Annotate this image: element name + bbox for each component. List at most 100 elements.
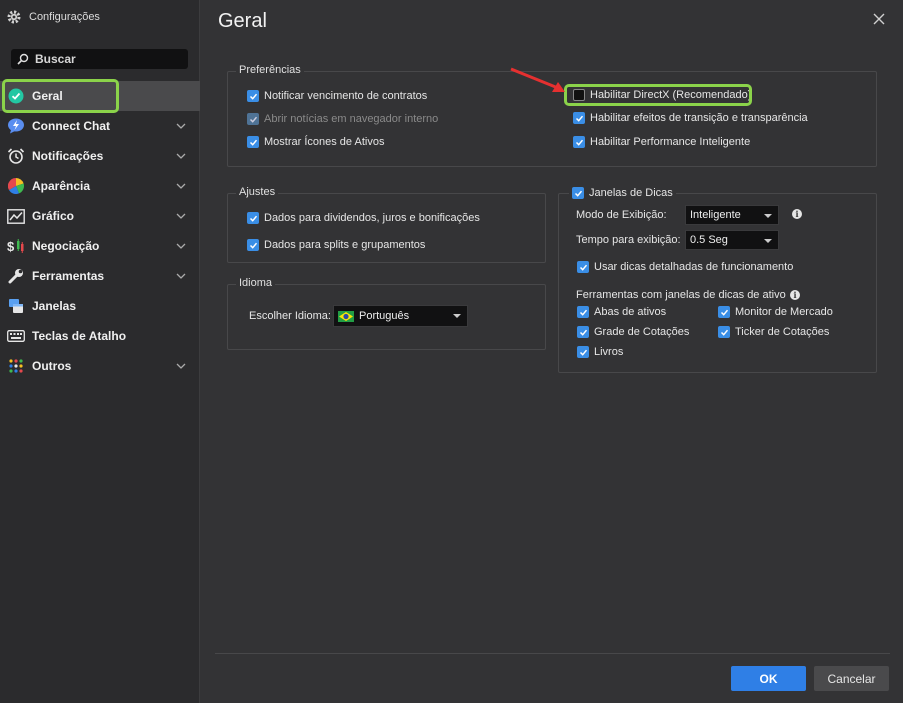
chat-icon	[7, 117, 25, 135]
checkbox-label: Monitor de Mercado	[735, 306, 833, 318]
checkbox-janelas-de-dicas[interactable]: Janelas de Dicas	[569, 187, 676, 199]
search-box[interactable]	[11, 49, 188, 69]
checkbox-dicas-detalhadas[interactable]: Usar dicas detalhadas de funcionamento	[577, 261, 793, 273]
sidebar-item-connect-chat[interactable]: Connect Chat	[0, 111, 200, 141]
sidebar-item-label: Geral	[32, 89, 63, 103]
checkbox-livros[interactable]: Livros	[577, 346, 623, 358]
checkbox-box[interactable]	[577, 326, 589, 338]
language-select[interactable]: Português	[333, 305, 468, 327]
checkbox-abas-de-ativos[interactable]: Abas de ativos	[577, 306, 666, 318]
windows-icon	[7, 297, 25, 315]
sidebar: Configurações Geral Connect Chat Notif	[0, 0, 200, 703]
modo-exibicao-select[interactable]: Inteligente	[685, 205, 779, 225]
annotation-arrow-icon	[510, 67, 565, 92]
sidebar-item-aparencia[interactable]: Aparência	[0, 171, 200, 201]
checkbox-box[interactable]	[577, 261, 589, 273]
checkbox-habilitar-performance[interactable]: Habilitar Performance Inteligente	[573, 136, 750, 148]
checkbox-box[interactable]	[573, 89, 585, 101]
sidebar-item-label: Outros	[32, 359, 72, 373]
brazil-flag-icon	[338, 310, 354, 322]
check-circle-icon	[7, 87, 25, 105]
sidebar-item-outros[interactable]: Outros	[0, 351, 200, 381]
checkbox-label: Habilitar DirectX (Recomendado)	[590, 89, 752, 101]
dropdown-arrow-icon	[453, 314, 461, 318]
group-legend: Preferências	[236, 64, 304, 76]
chevron-down-icon	[176, 363, 186, 369]
checkbox-label: Dados para dividendos, juros e bonificaç…	[264, 212, 480, 224]
checkbox-abrir-noticias: Abrir notícias em navegador interno	[247, 113, 438, 125]
chevron-down-icon	[176, 213, 186, 219]
checkbox-habilitar-efeitos[interactable]: Habilitar efeitos de transição e transpa…	[573, 112, 808, 124]
modo-exibicao-label: Modo de Exibição:	[576, 209, 667, 221]
group-ajustes: Ajustes	[227, 186, 546, 263]
info-icon[interactable]: i	[790, 290, 800, 300]
dots-grid-icon	[7, 357, 25, 375]
tempo-exibicao-value: 0.5 Seg	[690, 234, 728, 246]
checkbox-label: Dados para splits e grupamentos	[264, 239, 426, 251]
sidebar-item-teclas-de-atalho[interactable]: Teclas de Atalho	[0, 321, 200, 351]
sidebar-item-ferramentas[interactable]: Ferramentas	[0, 261, 200, 291]
window-title-text: Configurações	[29, 11, 100, 23]
sidebar-item-label: Teclas de Atalho	[32, 329, 127, 343]
sidebar-item-label: Notificações	[32, 149, 104, 163]
tempo-exibicao-label: Tempo para exibição:	[576, 234, 681, 246]
tempo-exibicao-select[interactable]: 0.5 Seg	[685, 230, 779, 250]
sidebar-item-janelas[interactable]: Janelas	[0, 291, 200, 321]
checkbox-dados-dividendos[interactable]: Dados para dividendos, juros e bonificaç…	[247, 212, 480, 224]
window-title: Configurações	[6, 9, 100, 25]
chart-icon	[7, 207, 25, 225]
keyboard-icon	[7, 327, 25, 345]
modo-exibicao-value: Inteligente	[690, 209, 741, 221]
sidebar-item-notificacoes[interactable]: Notificações	[0, 141, 200, 171]
checkbox-box[interactable]	[718, 306, 730, 318]
group-legend: Idioma	[236, 277, 276, 289]
page-title: Geral	[218, 10, 267, 32]
close-icon[interactable]	[872, 12, 886, 26]
checkbox-box[interactable]	[577, 346, 589, 358]
idioma-label: Escolher Idioma:	[249, 310, 331, 322]
sidebar-item-label: Aparência	[32, 179, 91, 193]
checkbox-box[interactable]	[247, 90, 259, 102]
checkbox-habilitar-directx[interactable]: Habilitar DirectX (Recomendado)	[573, 89, 751, 101]
chevron-down-icon	[176, 153, 186, 159]
sidebar-item-label: Janelas	[32, 299, 77, 313]
checkbox-box[interactable]	[577, 306, 589, 318]
checkbox-grade-de-cotacoes[interactable]: Grade de Cotações	[577, 326, 689, 338]
sidebar-nav: Geral Connect Chat Notificações Aparênci…	[0, 81, 200, 381]
alarm-clock-icon	[7, 147, 25, 165]
checkbox-label: Livros	[594, 346, 624, 358]
checkbox-box[interactable]	[247, 239, 259, 251]
checkbox-notificar-vencimento[interactable]: Notificar vencimento de contratos	[247, 90, 427, 102]
sidebar-item-negociacao[interactable]: $ Negociação	[0, 231, 200, 261]
sidebar-item-label: Gráfico	[32, 209, 75, 223]
sidebar-item-label: Connect Chat	[32, 119, 110, 133]
checkbox-box[interactable]	[718, 326, 730, 338]
dropdown-arrow-icon	[764, 239, 772, 243]
sidebar-item-grafico[interactable]: Gráfico	[0, 201, 200, 231]
checkbox-label: Abrir notícias em navegador interno	[264, 113, 439, 125]
checkbox-box[interactable]	[573, 112, 585, 124]
checkbox-box[interactable]	[247, 212, 259, 224]
language-select-value: Português	[359, 310, 410, 322]
checkbox-label: Janelas de Dicas	[589, 187, 673, 199]
color-wheel-icon	[7, 177, 25, 195]
cancel-button[interactable]: Cancelar	[814, 666, 889, 691]
search-icon	[17, 53, 29, 65]
ok-button[interactable]: OK	[731, 666, 806, 691]
checkbox-box[interactable]	[573, 136, 585, 148]
checkbox-box	[247, 113, 259, 125]
checkbox-dados-splits[interactable]: Dados para splits e grupamentos	[247, 239, 425, 251]
svg-text:$: $	[7, 239, 15, 254]
checkbox-box[interactable]	[572, 187, 584, 199]
checkbox-ticker-de-cotacoes[interactable]: Ticker de Cotações	[718, 326, 829, 338]
search-input[interactable]	[35, 52, 185, 66]
sidebar-item-geral[interactable]: Geral	[0, 81, 200, 111]
checkbox-label: Ticker de Cotações	[735, 326, 830, 338]
checkbox-box[interactable]	[247, 136, 259, 148]
info-icon[interactable]: i	[792, 209, 802, 219]
checkbox-monitor-de-mercado[interactable]: Monitor de Mercado	[718, 306, 833, 318]
checkbox-label: Habilitar efeitos de transição e transpa…	[590, 112, 808, 124]
ferramentas-dicas-label: Ferramentas com janelas de dicas de ativ…	[576, 289, 786, 301]
checkbox-label: Grade de Cotações	[594, 326, 690, 338]
checkbox-mostrar-icones[interactable]: Mostrar Ícones de Ativos	[247, 136, 384, 148]
